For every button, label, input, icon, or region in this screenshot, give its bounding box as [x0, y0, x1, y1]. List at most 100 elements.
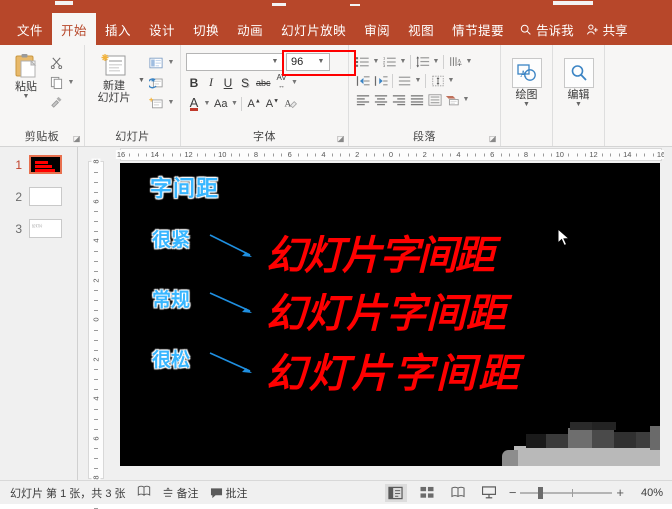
align-center-button[interactable]	[372, 92, 389, 108]
font-color-button[interactable]: A	[186, 95, 202, 112]
reset-button[interactable]	[147, 74, 165, 91]
notes-button[interactable]: 备注	[162, 485, 199, 501]
font-size-caret[interactable]: ▼	[315, 58, 327, 65]
new-slide-dropdown-caret[interactable]: ▼	[138, 51, 145, 84]
drawing-button[interactable]: A 绘图 ▼	[506, 56, 547, 108]
zoom-slider[interactable]: − +	[509, 485, 624, 500]
row-text-loose[interactable]: 幻灯片字间距	[266, 341, 521, 399]
copy-dropdown-caret[interactable]: ▼	[67, 79, 75, 86]
thumbnail-preview[interactable]	[29, 155, 62, 174]
zoom-out-button[interactable]: −	[509, 485, 517, 500]
line-spacing-caret[interactable]: ▼	[432, 58, 440, 65]
language-button[interactable]	[137, 485, 151, 501]
character-spacing-button[interactable]: AV ↔	[274, 74, 290, 91]
cut-button[interactable]	[47, 54, 65, 71]
slide-canvas[interactable]: 字间距 很紧 幻灯片字间距 常规 幻灯片字间距 很松 幻灯片字间距	[120, 163, 660, 466]
share-button[interactable]: 共享	[580, 13, 634, 45]
change-case-button[interactable]: Aa	[212, 95, 229, 112]
align-left-button[interactable]	[354, 92, 371, 108]
underline-button[interactable]: U	[220, 74, 236, 91]
columns-button[interactable]	[396, 73, 413, 89]
paste-button[interactable]: 粘贴 ▼	[5, 51, 47, 100]
tab-insert[interactable]: 插入	[96, 13, 140, 45]
tab-file[interactable]: 文件	[8, 13, 52, 45]
paragraph-dialog-launcher[interactable]: ◪	[489, 135, 497, 143]
tab-review[interactable]: 审阅	[355, 13, 399, 45]
zoom-in-button[interactable]: +	[616, 485, 624, 500]
tab-home[interactable]: 开始	[52, 13, 97, 45]
numbering-button[interactable]: 123	[381, 54, 398, 70]
horizontal-ruler[interactable]: 16 14 12 10 8 6 4 2 0 2 4 6 8 10 12 14 16	[115, 148, 671, 161]
font-color-caret[interactable]: ▼	[203, 100, 211, 107]
drawing-dropdown-caret[interactable]: ▼	[523, 101, 530, 108]
text-direction-button[interactable]: A	[447, 54, 464, 70]
tab-animations[interactable]: 动画	[228, 13, 272, 45]
paste-dropdown-caret[interactable]: ▼	[23, 93, 30, 100]
bullets-button[interactable]	[354, 54, 371, 70]
new-slide-button[interactable]: 新建 幻灯片	[90, 51, 138, 104]
text-direction-caret[interactable]: ▼	[465, 58, 473, 65]
thumbnail-2[interactable]: 2	[0, 187, 77, 206]
character-spacing-caret[interactable]: ▼	[291, 79, 299, 86]
zoom-thumb[interactable]	[538, 486, 544, 499]
ribbon-tab-bar[interactable]: 文件 开始 插入 设计 切换 动画 幻灯片放映 审阅 视图 情节提要 告诉我 共…	[0, 13, 672, 45]
layout-button[interactable]	[147, 54, 165, 71]
justify-button[interactable]	[408, 92, 425, 108]
editing-button[interactable]: 编辑 ▼	[558, 56, 599, 108]
tab-slideshow[interactable]: 幻灯片放映	[272, 13, 355, 45]
convert-smartart-caret[interactable]: ▼	[462, 96, 470, 103]
row-text-tight[interactable]: 幻灯片字间距	[266, 223, 495, 281]
tell-me-box[interactable]: 告诉我	[513, 13, 580, 45]
qat-save-icon[interactable]	[55, 1, 73, 5]
columns-caret[interactable]: ▼	[414, 77, 422, 84]
tab-transitions[interactable]: 切换	[184, 13, 228, 45]
view-reading-button[interactable]	[447, 484, 469, 502]
numbering-caret[interactable]: ▼	[399, 58, 407, 65]
decrease-indent-button[interactable]	[354, 73, 371, 89]
editing-dropdown-caret[interactable]: ▼	[575, 101, 582, 108]
qat-undo-icon[interactable]	[272, 3, 286, 6]
thumbnail-preview[interactable]	[29, 187, 62, 206]
slide-title-text[interactable]: 字间距	[150, 171, 219, 203]
align-right-button[interactable]	[390, 92, 407, 108]
row-label-normal[interactable]: 常规	[152, 285, 190, 312]
comments-button[interactable]: 批注	[210, 485, 248, 501]
window-controls[interactable]	[553, 1, 593, 5]
view-slide-sorter-button[interactable]	[416, 484, 438, 502]
tab-design[interactable]: 设计	[140, 13, 184, 45]
bold-button[interactable]: B	[186, 74, 202, 91]
row-label-tight[interactable]: 很紧	[152, 225, 190, 252]
font-name-caret[interactable]: ▼	[269, 58, 281, 65]
vertical-ruler[interactable]: 864202468	[88, 158, 104, 509]
row-text-normal[interactable]: 幻灯片字间距	[266, 281, 506, 339]
slide-thumbnail-pane[interactable]: 1 2 3 幻灯片	[0, 147, 78, 480]
qat-redo-icon[interactable]	[350, 4, 360, 6]
format-painter-button[interactable]	[47, 94, 65, 111]
quick-access-toolbar[interactable]	[0, 0, 672, 13]
editing-icon-box[interactable]	[563, 58, 594, 88]
align-text-button[interactable]	[429, 73, 446, 89]
view-normal-button[interactable]	[384, 483, 407, 502]
font-dialog-launcher[interactable]: ◪	[337, 135, 345, 143]
strikethrough-button[interactable]: abc	[254, 74, 273, 91]
decrease-font-size-button[interactable]: A▼	[264, 95, 281, 112]
copy-button[interactable]	[47, 74, 65, 91]
distributed-button[interactable]	[426, 92, 443, 108]
zoom-percentage[interactable]: 40%	[633, 487, 663, 499]
thumbnail-3[interactable]: 3 幻灯片	[0, 219, 77, 238]
text-shadow-button[interactable]: S	[237, 74, 253, 91]
layout-dropdown-caret[interactable]: ▼	[167, 59, 175, 66]
view-slideshow-button[interactable]	[478, 484, 500, 502]
thumbnail-1[interactable]: 1	[0, 155, 77, 174]
convert-smartart-button[interactable]	[444, 92, 461, 108]
thumbnail-preview[interactable]: 幻灯片	[29, 219, 62, 238]
change-case-caret[interactable]: ▼	[230, 100, 238, 107]
section-dropdown-caret[interactable]: ▼	[167, 99, 175, 106]
vertical-scrollbar[interactable]	[664, 147, 672, 480]
tab-storyboarding[interactable]: 情节提要	[443, 13, 513, 45]
font-name-combo[interactable]: ▼	[186, 52, 284, 71]
zoom-track[interactable]	[520, 486, 613, 499]
section-button[interactable]	[147, 94, 165, 111]
increase-indent-button[interactable]	[372, 73, 389, 89]
row-label-loose[interactable]: 很松	[152, 345, 190, 372]
